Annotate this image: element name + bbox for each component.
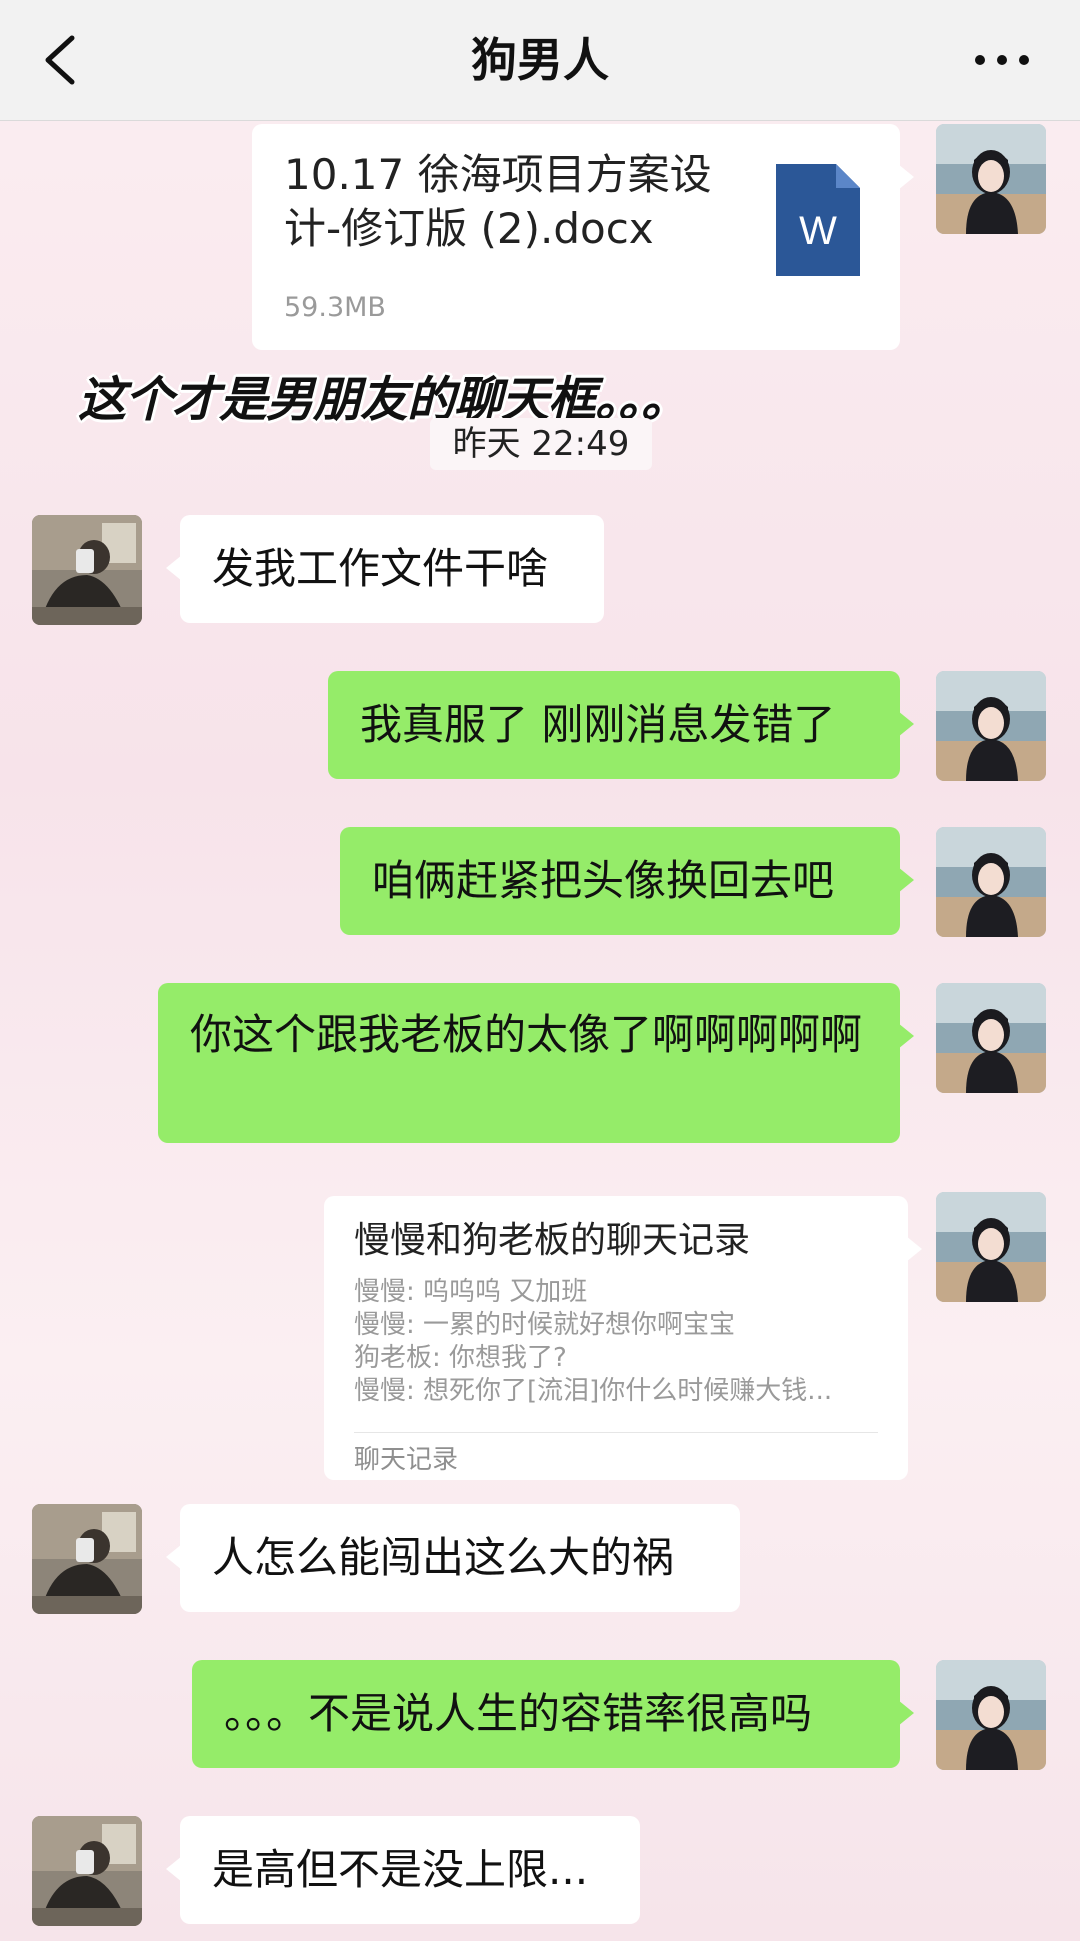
chat-record-title: 慢慢和狗老板的聊天记录 [354,1220,751,1261]
message-bubble-outgoing[interactable]: 咱俩赶紧把头像换回去吧 [340,827,914,935]
avatar-self[interactable] [936,827,1046,937]
chat-record-line: 慢慢: 一累的时候就好想你啊宝宝 [354,1310,736,1340]
message-bubble-outgoing[interactable]: 。。。不是说人生的容错率很高吗 [192,1660,914,1768]
word-icon-letter: W [799,209,837,253]
chat-record-line: 慢慢: 呜呜呜 又加班 [354,1277,588,1307]
navigation-bar: 狗男人 [0,0,1080,121]
chat-title: 狗男人 [471,33,609,87]
more-options-icon[interactable] [974,48,1030,72]
message-bubble-incoming[interactable]: 是高但不是没上限... [166,1816,640,1924]
file-size: 59.3MB [284,292,386,323]
chat-record-line: 狗老板: 你想我了? [354,1343,567,1373]
word-document-icon: W [776,164,860,276]
chat-record-card[interactable]: 慢慢和狗老板的聊天记录 慢慢: 呜呜呜 又加班 慢慢: 一累的时候就好想你啊宝宝… [324,1196,922,1480]
avatar-contact[interactable] [32,1504,142,1614]
avatar-self[interactable] [936,1192,1046,1302]
avatar-contact[interactable] [32,515,142,625]
avatar-self[interactable] [936,124,1046,234]
avatar-self[interactable] [936,983,1046,1093]
avatar-contact[interactable] [32,1816,142,1926]
message-timestamp: 昨天 22:49 [430,418,652,470]
file-name: 10.17 徐海项目方案设计-修订版 (2).docx [284,150,712,253]
chat-record-footer: 聊天记录 [354,1445,459,1475]
avatar-self[interactable] [936,671,1046,781]
message-bubble-outgoing[interactable]: 你这个跟我老板的太像了啊啊啊啊啊 [158,983,914,1143]
chat-record-line: 慢慢: 想死你了[流泪]你什么时候赚大钱... [354,1376,833,1406]
divider [354,1432,878,1433]
avatar-self[interactable] [936,1660,1046,1770]
file-message-card[interactable]: 10.17 徐海项目方案设计-修订版 (2).docx 59.3MB W [252,124,914,350]
message-bubble-incoming[interactable]: 人怎么能闯出这么大的祸 [166,1504,740,1612]
message-bubble-incoming[interactable]: 发我工作文件干啥 [166,515,604,623]
message-bubble-outgoing[interactable]: 我真服了 刚刚消息发错了 [328,671,914,779]
